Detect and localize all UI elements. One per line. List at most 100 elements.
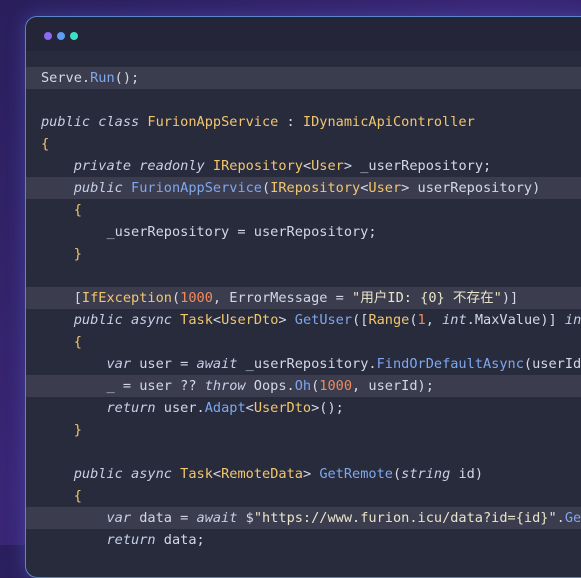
- code-token: FurionAppService: [147, 114, 279, 130]
- code-token: > userRepository): [401, 180, 541, 196]
- code-token: <: [245, 400, 254, 416]
- code-token: RemoteData: [221, 466, 303, 482]
- code-token: "https://www.furion.icu/data?id={id}": [253, 510, 557, 526]
- code-token: :: [278, 114, 303, 130]
- code-token: int: [442, 312, 467, 328]
- code-window: Serve.Run(); public class FurionAppServi…: [25, 16, 581, 578]
- code-token: Task: [180, 466, 213, 482]
- code-line: public class FurionAppService : IDynamic…: [26, 111, 581, 133]
- code-token: (: [262, 180, 271, 196]
- window-dot-teal-icon[interactable]: [70, 32, 78, 40]
- code-token: data =: [131, 510, 197, 526]
- code-token: {: [73, 488, 82, 504]
- code-line: return data;: [26, 529, 581, 551]
- code-token: public: [73, 466, 123, 482]
- code-editor[interactable]: Serve.Run(); public class FurionAppServi…: [26, 67, 581, 551]
- code-token: Range: [368, 312, 410, 328]
- code-token: _ = user ??: [41, 378, 205, 394]
- code-token: Oops.: [245, 378, 295, 394]
- code-token: async: [131, 466, 172, 482]
- code-line: }: [26, 243, 581, 265]
- code-token: throw: [204, 378, 246, 394]
- code-token: data;: [155, 532, 205, 548]
- code-token: readonly: [139, 158, 205, 174]
- code-token: UserDto: [221, 312, 279, 328]
- code-token: 1000: [180, 290, 213, 306]
- code-token: (: [409, 312, 418, 328]
- code-token: id): [450, 466, 484, 482]
- code-token: >: [278, 312, 295, 328]
- code-token: Serve.: [41, 70, 91, 86]
- code-line: return user.Adapt<UserDto>();: [26, 397, 581, 419]
- code-token: async: [131, 312, 172, 328]
- code-token: , ErrorMessage =: [212, 290, 353, 306]
- code-token: >: [302, 466, 320, 482]
- code-token: FurionAppService: [131, 180, 262, 196]
- code-token: <: [212, 312, 222, 328]
- code-token: GetAsAsync: [564, 510, 581, 526]
- code-line: Serve.Run();: [26, 67, 581, 89]
- code-token: UserDto: [253, 400, 312, 416]
- code-token: FindOrDefaultAsync: [376, 356, 524, 372]
- code-token: ,: [425, 312, 443, 328]
- code-token: User: [368, 180, 402, 196]
- code-line: public async Task<RemoteData> GetRemote(…: [26, 463, 581, 485]
- code-line: {: [26, 133, 581, 155]
- code-token: user =: [131, 356, 197, 372]
- code-token: {: [41, 136, 50, 152]
- code-token: }: [73, 246, 82, 262]
- code-token: <: [302, 158, 312, 174]
- code-token: IDynamicApiController: [302, 114, 475, 130]
- code-token: >();: [311, 400, 344, 416]
- code-token: int: [564, 312, 581, 328]
- code-token: Oh: [294, 378, 312, 394]
- code-token: await: [196, 356, 238, 372]
- code-token: user.: [155, 400, 205, 416]
- code-token: return: [106, 400, 156, 416]
- code-line: public async Task<UserDto> GetUser([Rang…: [26, 309, 581, 331]
- code-token: _userRepository = userRepository;: [41, 224, 377, 240]
- code-line: {: [26, 485, 581, 507]
- code-token: Run: [90, 70, 115, 86]
- code-token: 1000: [319, 378, 353, 394]
- code-token: var: [106, 356, 132, 372]
- code-token: .: [556, 510, 565, 526]
- code-token: IRepository: [270, 180, 361, 196]
- code-line: _ = user ?? throw Oops.Oh(1000, userId);: [26, 375, 581, 397]
- code-token: (userId);: [523, 356, 581, 372]
- code-line: var user = await _userRepository.FindOrD…: [26, 353, 581, 375]
- code-token: , userId);: [352, 378, 434, 394]
- code-token: await: [196, 510, 238, 526]
- window-dot-purple-icon[interactable]: [44, 32, 52, 40]
- code-token: }: [73, 422, 82, 438]
- code-token: {: [73, 334, 82, 350]
- code-token: GetUser: [294, 312, 353, 328]
- code-token: class: [98, 114, 140, 130]
- code-token: GetRemote: [319, 466, 393, 482]
- code-token: Adapt: [204, 400, 246, 416]
- code-token: IfException: [81, 290, 172, 306]
- code-token: <: [212, 466, 222, 482]
- code-line: private readonly IRepository<User> _user…: [26, 155, 581, 177]
- window-dot-blue-icon[interactable]: [57, 32, 65, 40]
- window-titlebar: [26, 17, 581, 51]
- code-token: Task: [180, 312, 213, 328]
- code-line: public FurionAppService(IRepository<User…: [26, 177, 581, 199]
- code-token: public: [41, 114, 91, 130]
- code-token: 1: [417, 312, 426, 328]
